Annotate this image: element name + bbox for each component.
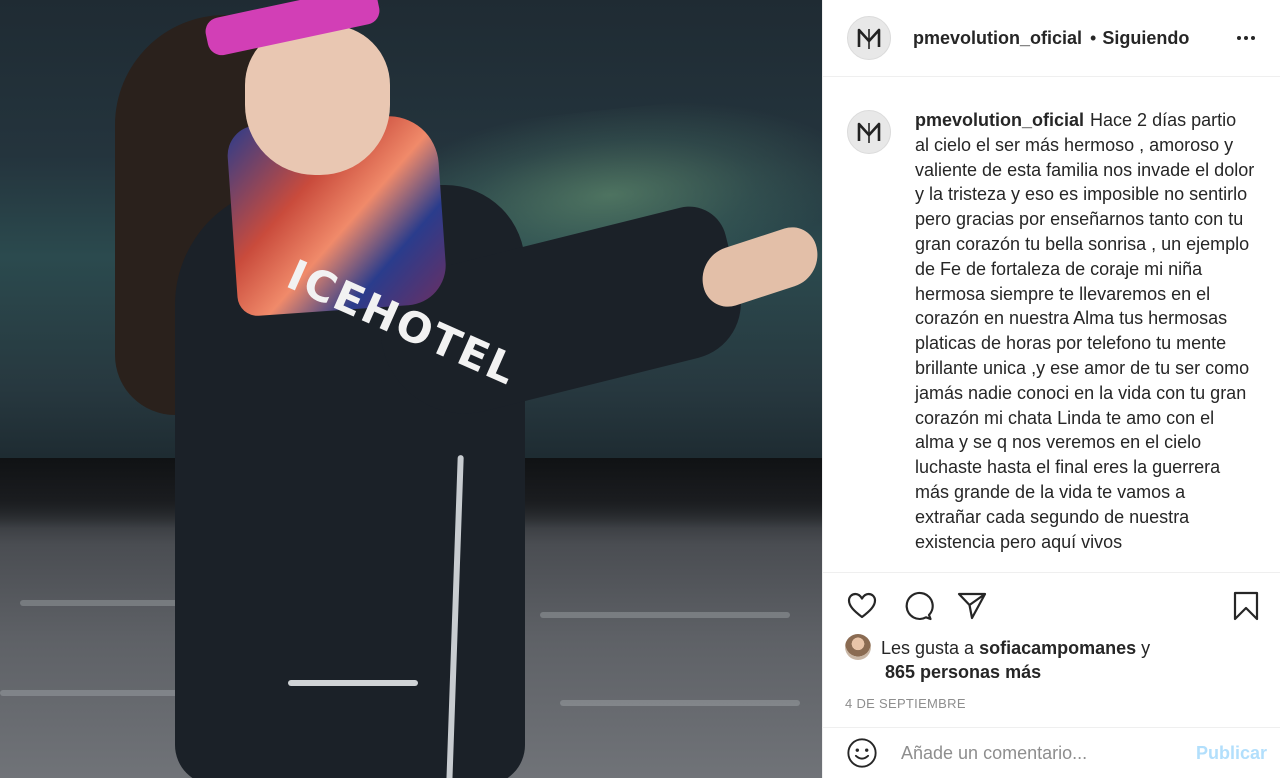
heart-icon[interactable] xyxy=(845,589,879,623)
snow-streak xyxy=(0,690,200,696)
caption-body: Hace 2 días partio al cielo el ser más h… xyxy=(915,110,1255,552)
more-horizontal-icon[interactable] xyxy=(1234,26,1258,50)
liker-username[interactable]: sofiacampomanes xyxy=(979,638,1136,658)
post-date[interactable]: 4 DE SEPTIEMBRE xyxy=(845,696,966,711)
separator-dot: • xyxy=(1090,27,1097,48)
pm-logo-icon xyxy=(857,28,881,49)
pm-logo-icon xyxy=(857,122,881,143)
publish-button[interactable]: Publicar xyxy=(1196,743,1267,764)
post-photo[interactable]: ICEHOTEL xyxy=(0,0,822,778)
post-side-panel: pmevolution_oficial • Siguiendo pmevolut… xyxy=(822,0,1280,778)
header-username[interactable]: pmevolution_oficial xyxy=(913,28,1082,49)
smiley-icon[interactable] xyxy=(845,736,879,770)
likes-conjunction: y xyxy=(1141,638,1151,658)
caption-row: pmevolution_oficial Hace 2 días partio al… xyxy=(847,108,1259,554)
bookmark-icon[interactable] xyxy=(1229,589,1263,623)
paper-plane-icon[interactable] xyxy=(955,589,989,623)
jacket-pocket-zipper xyxy=(288,680,418,686)
following-button[interactable]: Siguiendo xyxy=(1102,28,1189,49)
caption-text-block: pmevolution_oficial Hace 2 días partio al… xyxy=(915,108,1255,554)
likes-others-count[interactable]: 865 personas más xyxy=(845,660,1265,684)
snow-streak xyxy=(540,612,790,618)
caption-username[interactable]: pmevolution_oficial xyxy=(915,110,1084,130)
liker-avatar[interactable] xyxy=(845,634,871,660)
post-actions-bar xyxy=(823,572,1280,642)
profile-avatar[interactable] xyxy=(847,16,891,60)
caption-avatar[interactable] xyxy=(847,110,891,154)
comment-bar: Publicar xyxy=(823,727,1280,778)
person-face xyxy=(245,25,390,175)
snow-streak xyxy=(560,700,800,706)
comment-bubble-icon[interactable] xyxy=(901,589,935,623)
post-header: pmevolution_oficial • Siguiendo xyxy=(823,0,1280,77)
caption-scroll-area[interactable]: pmevolution_oficial Hace 2 días partio al… xyxy=(823,78,1280,572)
likes-prefix: Les gusta a xyxy=(881,638,975,658)
likes-summary: Les gusta a sofiacampomanes y 865 person… xyxy=(845,634,1265,684)
comment-input[interactable] xyxy=(901,742,1196,764)
